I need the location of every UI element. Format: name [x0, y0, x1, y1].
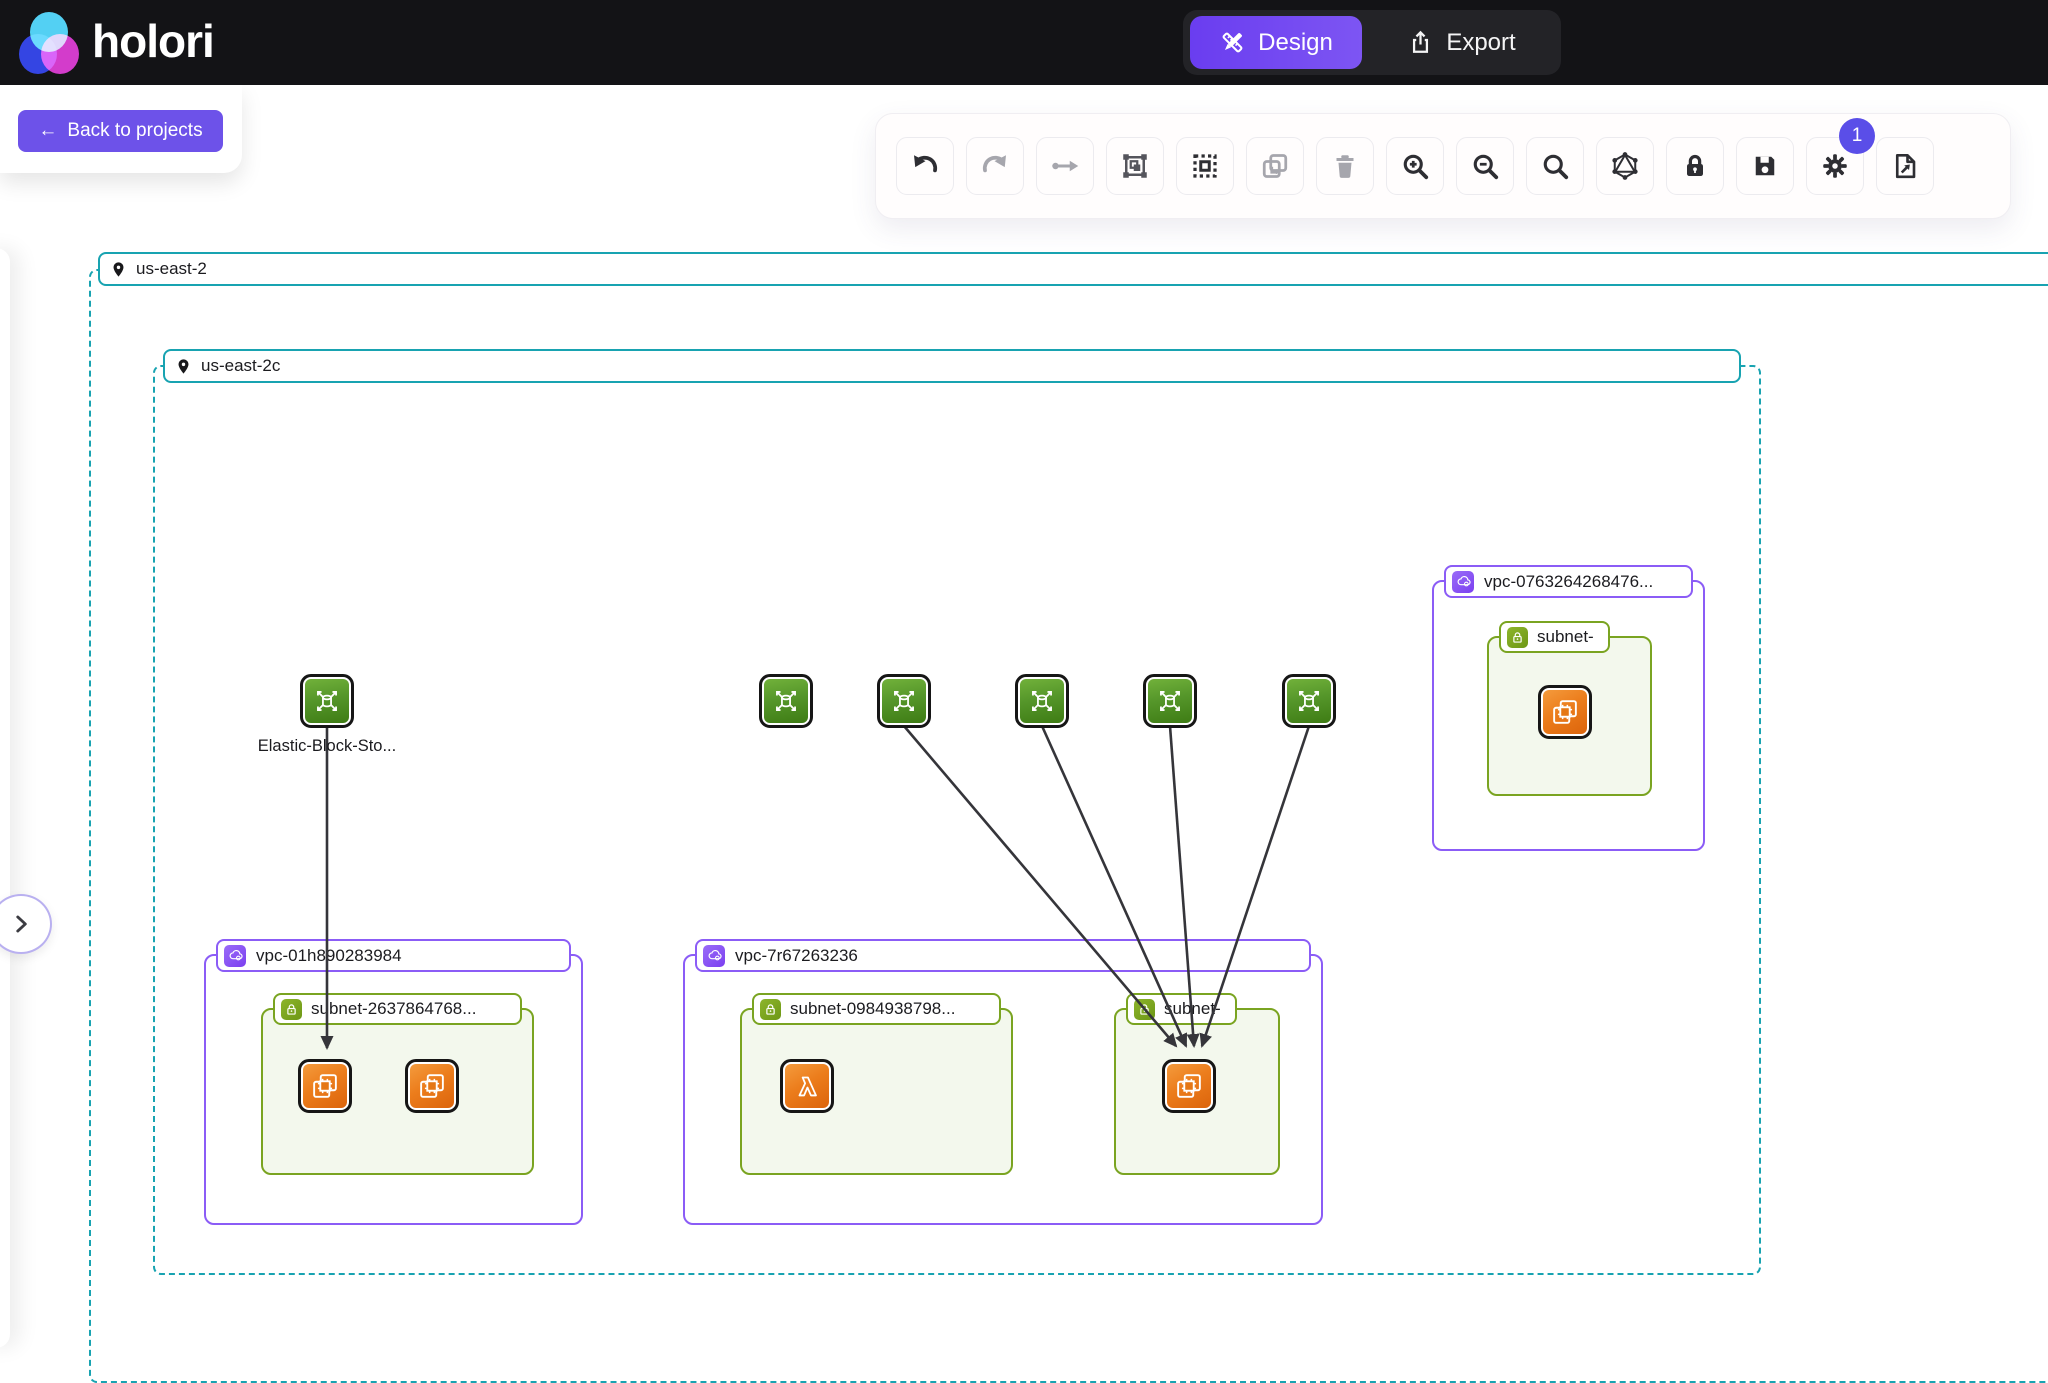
- search-button[interactable]: [1526, 137, 1584, 195]
- subnet-name: subnet-: [1164, 999, 1221, 1019]
- export-label: Export: [1446, 29, 1515, 57]
- settings-button[interactable]: 1: [1806, 137, 1864, 195]
- undo-icon: [910, 151, 940, 181]
- trash-icon: [1330, 151, 1360, 181]
- lock-icon: [1680, 151, 1710, 181]
- subnet-name: subnet-: [1537, 627, 1594, 647]
- region-name: us-east-2: [136, 259, 207, 279]
- private-subnet-lock-icon: [1134, 999, 1155, 1020]
- location-pin-icon: [175, 358, 192, 375]
- ebs-node[interactable]: [1282, 674, 1336, 728]
- share-export-icon: [1407, 29, 1434, 56]
- vpc-box[interactable]: vpc-01h890283984 subnet-2637864768...: [204, 954, 583, 1225]
- search-icon: [1540, 151, 1570, 181]
- top-bar: holori Design Export: [0, 0, 2048, 85]
- graph-icon: [1610, 151, 1640, 181]
- redo-button[interactable]: [966, 137, 1024, 195]
- lock-button[interactable]: [1666, 137, 1724, 195]
- graph-view-button[interactable]: [1596, 137, 1654, 195]
- region-label[interactable]: us-east-2: [98, 252, 2048, 286]
- vpc-icon: [1452, 571, 1474, 593]
- ec2-instance-node[interactable]: [1162, 1059, 1216, 1113]
- ebs-node[interactable]: [877, 674, 931, 728]
- save-button[interactable]: [1736, 137, 1794, 195]
- ebs-node[interactable]: [1143, 674, 1197, 728]
- export-file-button[interactable]: [1876, 137, 1934, 195]
- holori-logo-icon: [16, 6, 82, 76]
- subnet-label[interactable]: subnet-: [1499, 621, 1610, 653]
- duplicate-icon: [1260, 151, 1290, 181]
- mode-switcher: Design Export: [1183, 10, 1561, 75]
- ebs-node[interactable]: [300, 674, 354, 728]
- design-tab[interactable]: Design: [1190, 16, 1362, 69]
- az-name: us-east-2c: [201, 356, 280, 376]
- canvas-toolbar: 1: [875, 113, 2011, 219]
- group-icon: [1120, 151, 1150, 181]
- collapsed-sidebar-edge: [0, 248, 10, 1348]
- connector-arrow-icon: [1050, 151, 1080, 181]
- vpc-name: vpc-7r67263236: [735, 946, 858, 966]
- subnet-label[interactable]: subnet-0984938798...: [752, 993, 1001, 1025]
- app-name: holori: [92, 14, 214, 68]
- chevron-right-icon: [8, 911, 34, 937]
- subnet-label[interactable]: subnet-2637864768...: [273, 993, 522, 1025]
- zoom-out-button[interactable]: [1456, 137, 1514, 195]
- undo-button[interactable]: [896, 137, 954, 195]
- subnet-name: subnet-2637864768...: [311, 999, 476, 1019]
- ec2-instance-node[interactable]: [405, 1059, 459, 1113]
- vpc-label[interactable]: vpc-01h890283984: [216, 939, 571, 972]
- back-to-projects-button[interactable]: ← Back to projects: [18, 110, 223, 152]
- ec2-instance-node[interactable]: [1538, 685, 1592, 739]
- gear-icon: [1820, 151, 1850, 181]
- expand-sidebar-button[interactable]: [0, 894, 52, 954]
- vpc-icon: [703, 945, 725, 967]
- arrow-left-icon: ←: [38, 120, 57, 142]
- ebs-node[interactable]: [759, 674, 813, 728]
- lambda-function-node[interactable]: [780, 1059, 834, 1113]
- zoom-in-button[interactable]: [1386, 137, 1444, 195]
- subnet-label[interactable]: subnet-: [1126, 993, 1237, 1025]
- select-button[interactable]: [1176, 137, 1234, 195]
- vpc-label[interactable]: vpc-0763264268476...: [1444, 565, 1693, 598]
- app-logo[interactable]: holori: [16, 6, 214, 76]
- redo-icon: [980, 151, 1010, 181]
- delete-button[interactable]: [1316, 137, 1374, 195]
- subnet-name: subnet-0984938798...: [790, 999, 955, 1019]
- private-subnet-lock-icon: [760, 999, 781, 1020]
- file-export-icon: [1890, 151, 1920, 181]
- ebs-node[interactable]: [1015, 674, 1069, 728]
- zoom-in-icon: [1400, 151, 1430, 181]
- ebs-node-label[interactable]: Elastic-Block-Sto...: [237, 737, 417, 756]
- vpc-label[interactable]: vpc-7r67263236: [695, 939, 1311, 972]
- design-tools-icon: [1219, 29, 1246, 56]
- group-button[interactable]: [1106, 137, 1164, 195]
- vpc-name: vpc-01h890283984: [256, 946, 402, 966]
- vpc-name: vpc-0763264268476...: [1484, 572, 1653, 592]
- back-label: Back to projects: [67, 120, 202, 142]
- ec2-instance-node[interactable]: [298, 1059, 352, 1113]
- vpc-icon: [224, 945, 246, 967]
- design-label: Design: [1258, 29, 1333, 57]
- connector-button[interactable]: [1036, 137, 1094, 195]
- back-card: ← Back to projects: [0, 85, 242, 173]
- settings-badge: 1: [1839, 118, 1875, 154]
- az-label[interactable]: us-east-2c: [163, 349, 1741, 383]
- vpc-box[interactable]: vpc-7r67263236 subnet-0984938798... subn…: [683, 954, 1323, 1225]
- private-subnet-lock-icon: [1507, 627, 1528, 648]
- export-tab[interactable]: Export: [1362, 16, 1561, 69]
- zoom-out-icon: [1470, 151, 1500, 181]
- marquee-select-icon: [1190, 151, 1220, 181]
- save-floppy-icon: [1750, 151, 1780, 181]
- private-subnet-lock-icon: [281, 999, 302, 1020]
- duplicate-button[interactable]: [1246, 137, 1304, 195]
- location-pin-icon: [110, 261, 127, 278]
